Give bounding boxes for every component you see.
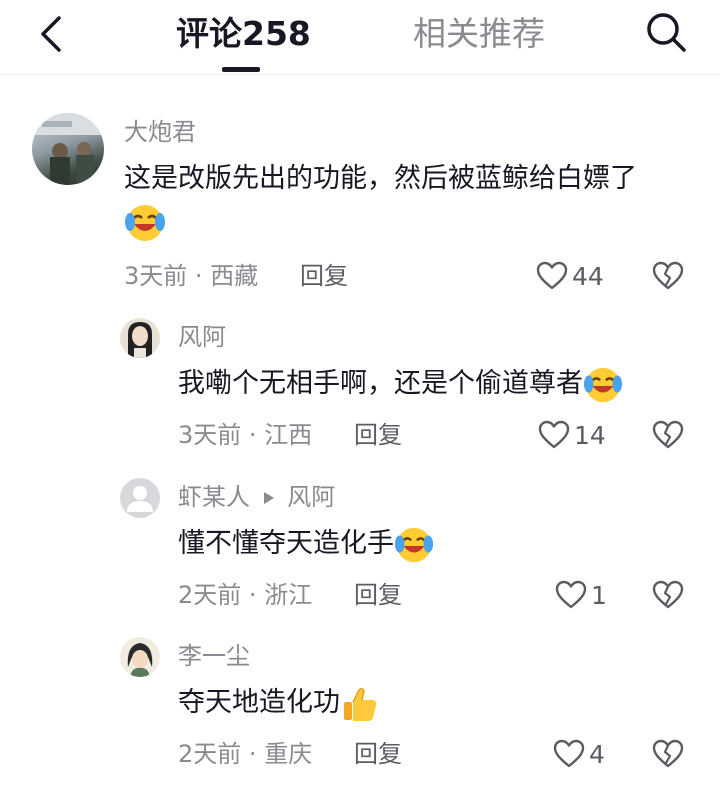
comment-text-content: 我嘞个无相手啊，还是个偷道尊者 <box>178 368 583 399</box>
laughing-crying-emoji <box>124 202 166 248</box>
heart-icon <box>536 261 568 290</box>
dislike-button[interactable] <box>650 417 686 453</box>
avatar[interactable] <box>32 113 104 185</box>
like-count: 1 <box>591 580 607 610</box>
dislike-button[interactable] <box>650 258 686 294</box>
chevron-left-icon <box>41 16 61 52</box>
laughing-crying-emoji <box>394 527 434 562</box>
comment-meta: 3天前 · 西藏 <box>124 261 258 291</box>
like-button[interactable]: 44 <box>536 258 604 294</box>
broken-heart-icon <box>652 739 684 768</box>
meta-separator: · <box>248 740 257 768</box>
reply-button[interactable]: 回复 <box>354 739 402 769</box>
comment-text: 夺天地造化功 <box>178 683 380 724</box>
reply-button[interactable]: 回复 <box>354 580 402 610</box>
broken-heart-icon <box>652 580 684 609</box>
comment-text: 这是改版先出的功能，然后被蓝鲸给白嫖了 <box>124 159 694 199</box>
meta-separator: · <box>194 262 203 290</box>
meta-separator: · <box>248 421 257 449</box>
dislike-button[interactable] <box>650 577 686 613</box>
heart-icon <box>538 420 570 449</box>
tab-comments[interactable]: 评论258 <box>176 12 311 56</box>
comment-time: 2天前 <box>178 740 242 768</box>
reply-button[interactable]: 回复 <box>354 420 402 450</box>
like-count: 14 <box>574 420 606 450</box>
comment-text-content: 夺天地造化功 <box>178 687 340 718</box>
comment-location: 西藏 <box>210 262 259 290</box>
default-user-icon <box>127 486 153 512</box>
like-count: 4 <box>589 739 605 769</box>
avatar[interactable] <box>120 318 160 358</box>
heart-icon <box>553 739 585 768</box>
comment-location: 重庆 <box>264 740 313 768</box>
header-bar: 评论258 相关推荐 <box>0 0 720 75</box>
comment-time: 2天前 <box>178 581 242 609</box>
search-button[interactable] <box>640 6 692 58</box>
like-button[interactable]: 1 <box>555 577 607 613</box>
comment-meta: 3天前 · 江西 <box>178 420 312 450</box>
comment-meta: 2天前 · 浙江 <box>178 580 312 610</box>
dislike-button[interactable] <box>650 736 686 772</box>
username-text[interactable]: 虾某人 <box>178 483 250 511</box>
avatar[interactable] <box>120 637 160 677</box>
reply-button[interactable]: 回复 <box>300 261 348 291</box>
meta-separator: · <box>248 581 257 609</box>
comment-text-content: 这是改版先出的功能，然后被蓝鲸给白嫖了 <box>124 163 637 194</box>
laughing-crying-emoji <box>583 367 623 402</box>
tab-related-recommendations[interactable]: 相关推荐 <box>413 12 545 56</box>
comment-text-content: 懂不懂夺天造化手 <box>178 528 394 559</box>
play-arrow-icon <box>263 492 274 504</box>
comment-time: 3天前 <box>124 262 188 290</box>
search-icon <box>647 13 686 52</box>
heart-icon <box>555 580 587 609</box>
reply-to-username[interactable]: 风阿 <box>287 483 335 511</box>
username[interactable]: 风阿 <box>178 322 226 352</box>
username[interactable]: 大炮君 <box>124 117 196 147</box>
thumbs-up-emoji <box>344 687 377 721</box>
username: 虾某人 风阿 <box>178 482 335 512</box>
comment-location: 浙江 <box>264 581 313 609</box>
broken-heart-icon <box>652 420 684 449</box>
like-button[interactable]: 14 <box>538 417 606 453</box>
comment-text: 我嘞个无相手啊，还是个偷道尊者 <box>178 364 623 405</box>
comment-location: 江西 <box>264 421 313 449</box>
avatar[interactable] <box>120 478 160 518</box>
comment-time: 3天前 <box>178 421 242 449</box>
comment-text: 懂不懂夺天造化手 <box>178 524 434 565</box>
like-button[interactable]: 4 <box>553 736 605 772</box>
like-count: 44 <box>572 261 604 291</box>
broken-heart-icon <box>652 261 684 290</box>
tab-active-indicator <box>222 67 260 72</box>
comment-meta: 2天前 · 重庆 <box>178 739 312 769</box>
back-button[interactable] <box>28 10 76 58</box>
username[interactable]: 李一尘 <box>178 641 250 671</box>
